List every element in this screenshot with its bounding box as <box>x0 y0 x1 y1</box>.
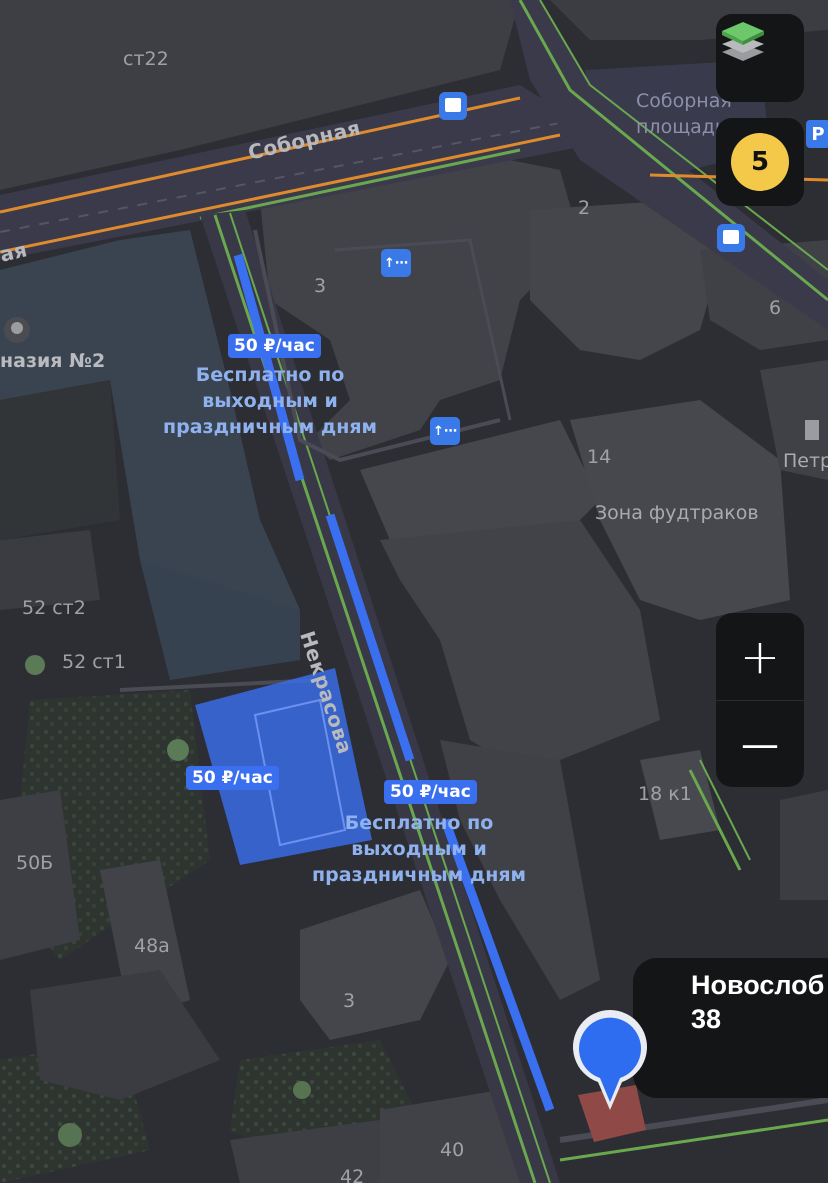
one-way-sign-icon: ↑⋯ <box>430 417 460 445</box>
poi-label-petr[interactable]: Петр <box>783 450 828 472</box>
parking-price-tag[interactable]: 50 ₽/час <box>384 780 477 804</box>
callout-address-line2: 38 <box>691 1004 722 1034</box>
zoom-in-button[interactable]: + <box>716 613 804 700</box>
poi-label-gymnasium[interactable]: назия №2 <box>0 350 105 372</box>
building-number-2: 2 <box>578 197 591 219</box>
parking-lot-price-tag[interactable]: 50 ₽/час <box>186 766 279 790</box>
building-number-st22: ст22 <box>123 48 169 70</box>
building-number-18k1: 18 к1 <box>638 783 692 805</box>
location-callout[interactable]: Новослоб 38 <box>633 958 828 1098</box>
parking-free-note: Бесплатно по выходным и праздничным дням <box>312 812 527 886</box>
parking-sign-icon[interactable]: P <box>806 120 828 148</box>
zoom-out-button[interactable]: — <box>716 701 804 787</box>
callout-address-line1: Новослоб <box>691 970 825 1000</box>
parking-price-tag[interactable]: 50 ₽/час <box>228 334 321 358</box>
traffic-level-button[interactable]: 5 <box>716 118 804 206</box>
building-number-48a: 48а <box>134 935 170 957</box>
building-number-42: 42 <box>340 1166 365 1183</box>
building-number-50b: 50Б <box>16 852 54 874</box>
building-number-52st2: 52 ст2 <box>22 597 86 619</box>
monument-icon[interactable] <box>805 420 819 440</box>
building-number-14: 14 <box>587 446 612 468</box>
zoom-controls: + — <box>716 613 804 787</box>
building-number-3-top: 3 <box>314 275 327 297</box>
building-number-52st1: 52 ст1 <box>62 651 126 673</box>
layers-stack-icon <box>716 14 804 102</box>
bus-stop-icon[interactable] <box>717 224 745 252</box>
map-canvas[interactable]: ст22 2 3 6 14 52 ст2 52 ст1 50Б 48а 3 18… <box>0 0 828 1183</box>
building-number-40: 40 <box>440 1139 465 1161</box>
building-number-3-bottom: 3 <box>343 990 356 1012</box>
one-way-sign-icon: ↑⋯ <box>381 249 411 277</box>
traffic-level-badge: 5 <box>731 133 789 191</box>
parking-free-note: Бесплатно по выходным и праздничным дням <box>163 364 378 438</box>
layers-button[interactable] <box>716 14 804 102</box>
poi-label-food-trucks[interactable]: Зона фудтраков <box>595 502 759 524</box>
bus-stop-icon[interactable] <box>439 92 467 120</box>
school-icon[interactable] <box>4 317 30 343</box>
building-number-6: 6 <box>769 297 782 319</box>
location-pin-icon[interactable] <box>568 1010 652 1114</box>
